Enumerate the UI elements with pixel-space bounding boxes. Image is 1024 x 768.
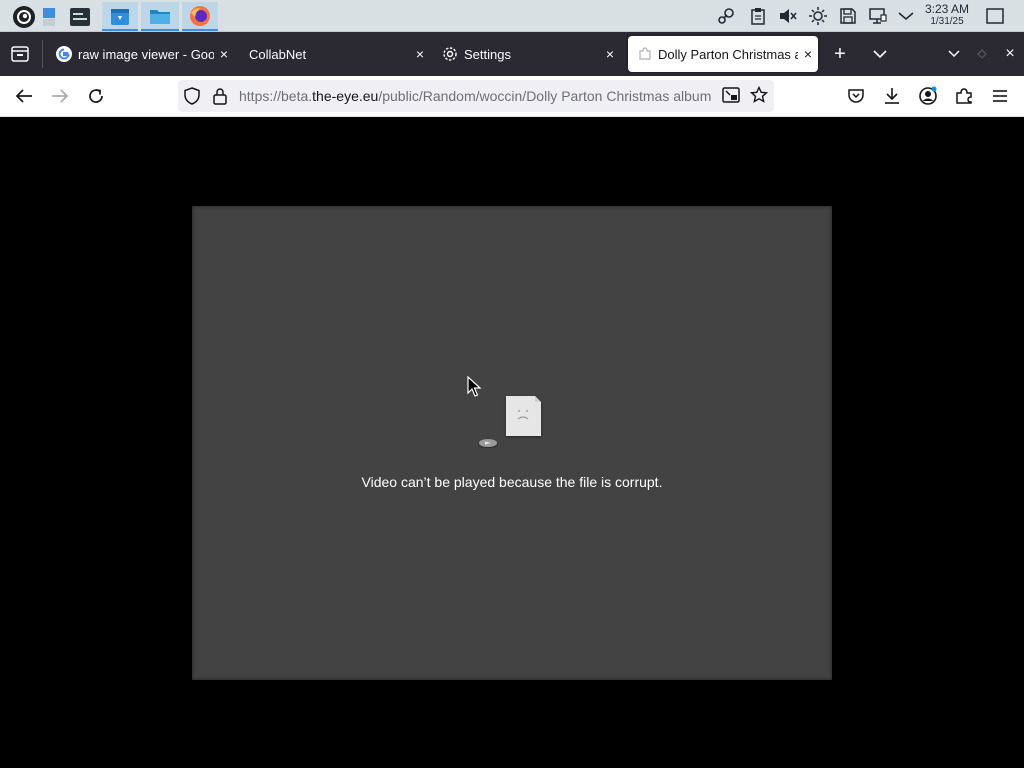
- chevron-down-icon: [873, 50, 887, 58]
- tray-clipboard[interactable]: [748, 6, 768, 26]
- show-desktop-button[interactable]: [985, 6, 1005, 26]
- google-icon: [56, 46, 72, 62]
- picture-in-picture-icon: [722, 87, 740, 103]
- system-clock[interactable]: 3:23 AM 1/31/25: [918, 3, 976, 28]
- account-button[interactable]: [914, 82, 942, 110]
- system-menu-icon: [13, 5, 35, 28]
- brightness-icon: [809, 7, 827, 25]
- star-icon: [750, 86, 768, 103]
- tab-label: CollabNet: [249, 46, 307, 62]
- list-all-tabs-button[interactable]: [866, 40, 894, 68]
- url-path: /public/Random/woccin/Dolly Parton Chris…: [378, 88, 712, 104]
- taskbar-dolphin[interactable]: [141, 2, 179, 31]
- tab-close-icon[interactable]: ×: [410, 44, 430, 64]
- downloads-button[interactable]: [878, 82, 906, 110]
- tab-collabnet[interactable]: CollabNet ×: [240, 36, 430, 72]
- discover-store-icon: [111, 8, 129, 25]
- maximize-icon: [977, 49, 987, 59]
- arrow-left-icon: [15, 89, 32, 103]
- video-player[interactable]: Video can’t be played because the file i…: [192, 206, 832, 680]
- steam-icon: [718, 8, 734, 24]
- firefox-view-button[interactable]: [6, 40, 34, 68]
- forward-button[interactable]: [46, 82, 74, 110]
- tracking-protection-button[interactable]: [184, 87, 200, 105]
- system-monitor-icon: [70, 7, 90, 26]
- tab-close-icon[interactable]: ×: [600, 44, 620, 64]
- puzzle-icon: [639, 47, 651, 60]
- os-taskbar: 3:23 AM 1/31/25: [0, 0, 1024, 32]
- tab-separator: [42, 40, 43, 68]
- tray-volume[interactable]: [778, 6, 798, 26]
- puzzle-icon: [956, 88, 972, 104]
- window-maximize-button[interactable]: [968, 40, 996, 68]
- tab-settings[interactable]: Settings ×: [436, 36, 620, 72]
- hamburger-menu-icon: [993, 90, 1007, 102]
- tab-close-icon[interactable]: ×: [214, 44, 234, 64]
- reload-button[interactable]: [82, 82, 110, 110]
- shield-icon: [184, 87, 200, 105]
- window-close-button[interactable]: ×: [996, 40, 1024, 68]
- clock-time: 3:23 AM: [924, 2, 970, 16]
- clock-date: 1/31/25: [930, 16, 964, 27]
- tray-expand[interactable]: [896, 6, 916, 26]
- video-error-graphic: [478, 394, 548, 448]
- firefox-view-icon: [11, 46, 29, 62]
- window-minimize-button[interactable]: [940, 40, 968, 68]
- tab-dolly-parton[interactable]: Dolly Parton Christmas album ×: [628, 36, 818, 72]
- virtual-desktop-pager[interactable]: [40, 2, 58, 31]
- lock-icon: [213, 88, 227, 105]
- storage-icon: [840, 8, 856, 24]
- page-content: Video can’t be played because the file i…: [0, 117, 1024, 768]
- download-icon: [885, 88, 899, 104]
- arrow-right-icon: [52, 89, 69, 103]
- tray-storage[interactable]: [838, 6, 858, 26]
- browser-tab-bar: raw image viewer - Google Search × Colla…: [0, 32, 1024, 76]
- url-bar[interactable]: https://beta.the-eye.eu/public/Random/wo…: [178, 80, 774, 112]
- video-error-message: Video can’t be played because the file i…: [361, 474, 663, 490]
- taskbar-firefox[interactable]: [182, 2, 218, 31]
- tab-label: raw image viewer - Google Search: [78, 46, 214, 62]
- firefox-icon: [190, 5, 210, 26]
- tray-network[interactable]: [868, 6, 888, 26]
- reload-icon: [89, 89, 103, 103]
- url-host: the-eye.eu: [312, 88, 379, 104]
- tab-google-search[interactable]: raw image viewer - Google Search ×: [48, 36, 234, 72]
- arrow-cursor-icon: [467, 376, 482, 397]
- dolphin-files-icon: [150, 9, 170, 24]
- tray-brightness[interactable]: [808, 6, 828, 26]
- broken-file-icon: [479, 396, 541, 447]
- tray-steam[interactable]: [716, 6, 736, 26]
- pocket-icon: [848, 89, 864, 103]
- new-tab-button[interactable]: +: [826, 40, 854, 68]
- site-info-button[interactable]: [212, 87, 228, 105]
- bookmark-button[interactable]: [750, 86, 768, 104]
- gear-icon: [443, 47, 457, 61]
- chevron-down-icon: [948, 50, 960, 58]
- app-menu-button[interactable]: [986, 82, 1014, 110]
- tab-label: Dolly Parton Christmas album: [658, 46, 798, 62]
- url-text[interactable]: https://beta.the-eye.eu/public/Random/wo…: [239, 88, 715, 104]
- tab-label: Settings: [464, 46, 511, 62]
- pager-icon: [43, 7, 55, 26]
- navigation-toolbar: https://beta.the-eye.eu/public/Random/wo…: [0, 76, 1024, 117]
- network-icon: [869, 8, 887, 24]
- account-icon: [919, 86, 937, 105]
- pocket-button[interactable]: [842, 82, 870, 110]
- picture-in-picture-button[interactable]: [722, 87, 740, 103]
- back-button[interactable]: [10, 82, 38, 110]
- show-desktop-icon: [986, 8, 1004, 24]
- volume-muted-icon: [780, 9, 797, 23]
- mouse-cursor: [467, 376, 483, 398]
- taskbar-system-monitor[interactable]: [64, 2, 96, 31]
- extensions-button[interactable]: [950, 82, 978, 110]
- url-prefix: https://beta.: [239, 88, 313, 104]
- system-menu-button[interactable]: [10, 2, 38, 31]
- taskbar-discover[interactable]: [102, 2, 138, 31]
- tab-close-icon[interactable]: ×: [798, 44, 818, 64]
- expand-tray-icon: [898, 12, 914, 21]
- clipboard-icon: [751, 8, 765, 25]
